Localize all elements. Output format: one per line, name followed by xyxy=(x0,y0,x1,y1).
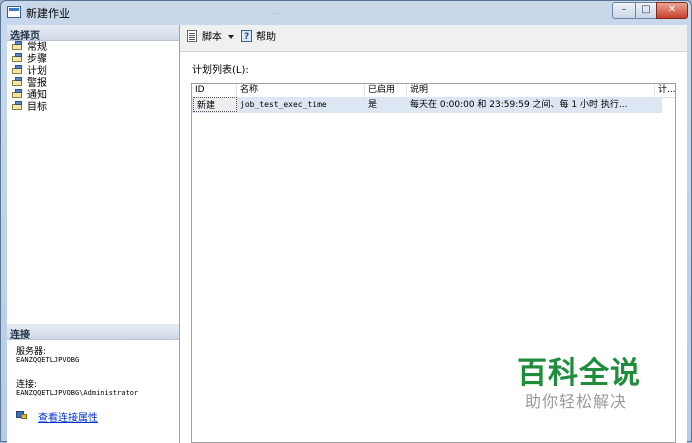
chevron-down-icon[interactable] xyxy=(228,35,234,39)
help-icon xyxy=(240,29,254,45)
server-value: EANZQQETLJPVOBG xyxy=(16,356,80,364)
nav-item-label: 警报 xyxy=(27,78,47,89)
script-label: 脚本 xyxy=(202,32,222,43)
window-icon xyxy=(7,6,21,18)
select-page-header: 选择页 xyxy=(7,25,179,42)
help-label: 帮助 xyxy=(256,32,276,43)
connection-header: 连接 xyxy=(7,324,179,341)
watermark-brand: 百科全说 xyxy=(517,356,641,391)
nav-item-general[interactable]: 常规 xyxy=(12,41,47,53)
column-header-schedule[interactable]: 计... xyxy=(655,84,675,97)
view-connection-properties-link[interactable]: 查看连接属性 xyxy=(38,409,98,424)
schedule-list-label: 计划列表(L): xyxy=(192,65,249,76)
watermark-slogan: 助你轻松解决 xyxy=(525,392,628,411)
close-button[interactable]: ✕ xyxy=(656,2,688,19)
page-icon xyxy=(12,41,24,51)
connection-value: EANZQQETLJPVOBG\Administrator xyxy=(16,389,139,397)
table-header: ID 名称 已启用 说明 计... xyxy=(192,84,675,98)
column-header-description[interactable]: 说明 xyxy=(407,84,655,97)
nav-item-steps[interactable]: 步骤 xyxy=(12,53,47,65)
nav-item-label: 步骤 xyxy=(27,54,47,65)
table-row[interactable]: 新建 job_test_exec_time 是 每天在 0:00:00 和 23… xyxy=(192,97,662,113)
row-id-cell[interactable]: 新建 xyxy=(193,97,237,112)
maximize-button[interactable]: □ xyxy=(635,2,657,19)
script-button[interactable]: 脚本 xyxy=(186,30,222,46)
column-header-id[interactable]: ID xyxy=(192,84,237,97)
page-icon xyxy=(12,53,24,63)
nav-item-label: 目标 xyxy=(27,102,47,113)
left-pane: 选择页 常规 步骤 计划 警报 通知 目标 连接 服务器: EANZQQETLJ… xyxy=(7,25,180,443)
page-icon xyxy=(12,101,24,111)
nav-item-label: 通知 xyxy=(27,90,47,101)
page-icon xyxy=(12,89,24,99)
page-icon xyxy=(12,77,24,87)
row-name-cell: job_test_exec_time xyxy=(240,100,327,109)
help-button[interactable]: 帮助 xyxy=(240,29,276,46)
window-title: 新建作业 xyxy=(26,7,70,20)
column-header-enabled[interactable]: 已启用 xyxy=(365,84,407,97)
row-enabled-cell: 是 xyxy=(368,100,378,110)
toolbar: 脚本 帮助 xyxy=(180,25,687,52)
nav-item-label: 计划 xyxy=(27,66,47,77)
nav-item-schedule[interactable]: 计划 xyxy=(12,65,47,77)
nav-item-notifications[interactable]: 通知 xyxy=(12,89,47,101)
nav-item-targets[interactable]: 目标 xyxy=(12,101,47,113)
nav-item-label: 常规 xyxy=(27,42,47,53)
minimize-button[interactable]: – xyxy=(612,2,636,19)
job-window: 新建作业 ... – □ ✕ 选择页 常规 步骤 计划 警报 通知 目标 连接 … xyxy=(0,0,692,443)
background-window-title: ... xyxy=(271,7,280,17)
page-icon xyxy=(12,65,24,75)
row-description-cell: 每天在 0:00:00 和 23:59:59 之间、每 1 小时 执行... xyxy=(410,100,628,110)
title-bar: 新建作业 ... – □ ✕ xyxy=(1,1,691,23)
script-icon xyxy=(186,30,200,42)
column-header-name[interactable]: 名称 xyxy=(237,84,365,97)
connection-properties-icon xyxy=(16,410,28,420)
nav-item-alerts[interactable]: 警报 xyxy=(12,77,47,89)
